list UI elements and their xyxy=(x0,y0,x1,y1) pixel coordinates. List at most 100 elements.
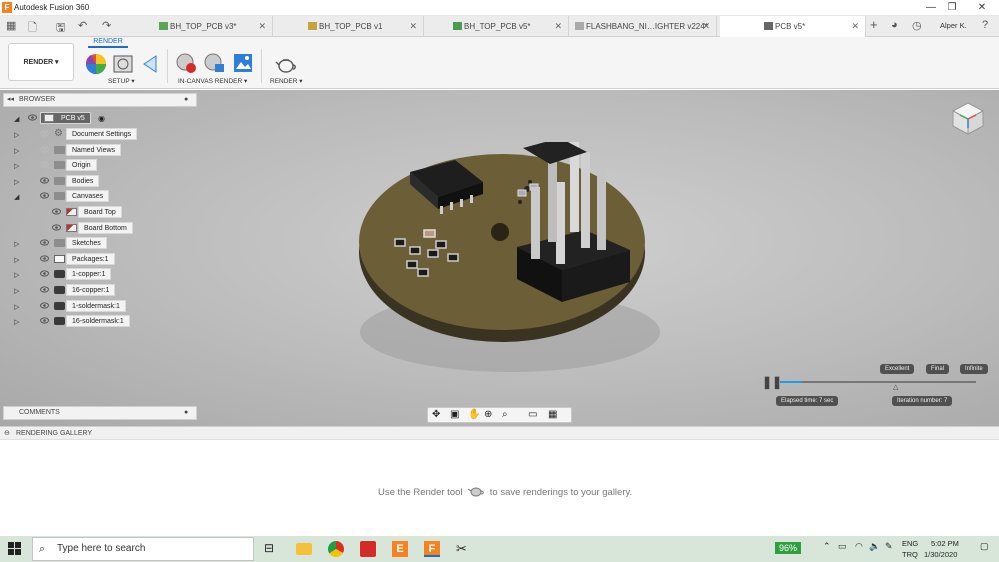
collapsed-arrow-icon[interactable]: ▷ xyxy=(14,302,19,314)
chrome-icon[interactable] xyxy=(328,541,344,557)
visibility-eye-icon[interactable] xyxy=(40,317,49,324)
redo-icon[interactable]: ↷ xyxy=(102,19,111,32)
group-in-canvas-render[interactable]: IN-CANVAS RENDER ▾ xyxy=(178,77,247,85)
save-icon[interactable]: 🖫 xyxy=(56,19,65,38)
close-tab-icon[interactable]: ✕ xyxy=(258,16,266,37)
collapsed-arrow-icon[interactable]: ▷ xyxy=(14,161,19,173)
texture-map-icon[interactable] xyxy=(140,53,162,75)
new-tab-icon[interactable]: + xyxy=(870,17,878,32)
close-tab-icon[interactable]: ✕ xyxy=(851,16,859,37)
visibility-eye-icon[interactable] xyxy=(52,208,61,215)
viewcube-icon[interactable] xyxy=(950,100,986,136)
tree-node[interactable]: ▷ 1-copper:1 xyxy=(14,268,194,282)
capture-image-icon[interactable] xyxy=(232,52,254,74)
group-render[interactable]: RENDER ▾ xyxy=(270,77,303,85)
visibility-eye-icon[interactable] xyxy=(28,114,37,121)
tree-node[interactable]: Board Top xyxy=(26,206,206,218)
add-comment-icon[interactable]: ● xyxy=(184,407,188,419)
quality-final[interactable]: Final xyxy=(926,364,950,374)
taskbar-search-box[interactable]: ⌕ Type here to search xyxy=(32,537,254,561)
battery-indicator[interactable]: 96% xyxy=(775,542,802,554)
snipping-tool-icon[interactable]: ✂ xyxy=(456,541,472,557)
tab-flashbang[interactable]: FLASHBANG_NI…IGHTER v224* ✕ xyxy=(573,16,717,37)
tree-node-root[interactable]: ◢ PCB v5 ◉ xyxy=(14,112,194,124)
appearance-icon[interactable] xyxy=(85,53,107,75)
in-canvas-render-settings-icon[interactable] xyxy=(203,52,225,74)
collapsed-arrow-icon[interactable]: ▷ xyxy=(14,239,19,251)
battery-icon[interactable]: ▭ xyxy=(838,541,847,552)
tree-node-label[interactable]: 16-copper:1 xyxy=(66,284,116,296)
language-top[interactable]: ENG xyxy=(902,539,918,548)
tree-node[interactable]: ▷ Sketches xyxy=(14,237,194,251)
tree-node-label[interactable]: Bodies xyxy=(66,174,100,187)
scene-settings-icon[interactable] xyxy=(112,53,134,75)
notification-center-icon[interactable]: ▢ xyxy=(980,541,989,552)
tree-node-label[interactable]: Origin xyxy=(66,159,97,172)
clock-date[interactable]: 1/30/2020 xyxy=(924,550,957,559)
tab-render[interactable]: RENDER xyxy=(88,38,128,48)
file-explorer-icon[interactable] xyxy=(296,543,312,555)
tree-node[interactable]: ▷ Bodies xyxy=(14,174,194,189)
tree-node-label[interactable]: Board Bottom xyxy=(78,221,133,234)
pan-hand-icon[interactable]: ✋ xyxy=(468,409,480,420)
close-tab-icon[interactable]: ✕ xyxy=(554,16,562,37)
orbit-icon[interactable]: ✥ xyxy=(432,409,440,420)
expanded-arrow-icon[interactable]: ◢ xyxy=(14,114,19,126)
close-window-button[interactable]: ✕ xyxy=(972,2,992,13)
maximize-button[interactable]: ❐ xyxy=(942,2,962,13)
quality-infinite[interactable]: Infinite xyxy=(960,364,988,374)
grid-menu-icon[interactable]: ▦ xyxy=(6,19,16,32)
tree-node[interactable]: ▷ 16-soldermask:1 xyxy=(14,315,194,329)
visibility-eye-icon[interactable] xyxy=(52,223,61,231)
tree-node-label[interactable]: Packages:1 xyxy=(66,252,115,265)
collapsed-arrow-icon[interactable]: ▷ xyxy=(14,146,19,158)
visibility-eye-icon[interactable] xyxy=(40,145,49,153)
job-status-icon[interactable]: ◕ xyxy=(891,19,898,31)
tree-node[interactable]: ▷ Origin xyxy=(14,159,194,173)
tree-node-label[interactable]: Board Top xyxy=(78,206,122,218)
fit-icon[interactable]: ⌕ xyxy=(502,409,508,420)
collapsed-arrow-icon[interactable]: ▷ xyxy=(14,317,19,329)
tree-node[interactable]: Board Bottom xyxy=(26,221,206,234)
zoom-icon[interactable]: ⊕ xyxy=(484,409,492,420)
collapse-panel-icon[interactable]: ◂◂ xyxy=(7,94,14,106)
render-canvas[interactable]: ◂◂ BROWSER ● ◢ PCB v5 ◉ ▷ ⚙ Document Setti… xyxy=(0,90,999,426)
grid-settings-icon[interactable]: ▦ xyxy=(548,409,557,420)
fusion-app-icon[interactable]: F xyxy=(424,541,440,557)
wifi-icon[interactable]: ◠ xyxy=(855,541,863,552)
collapsed-arrow-icon[interactable]: ▷ xyxy=(14,177,19,189)
visibility-eye-icon[interactable] xyxy=(40,161,49,168)
minimize-button[interactable]: — xyxy=(921,2,941,13)
acrobat-icon[interactable] xyxy=(360,541,376,557)
close-tab-icon[interactable]: ✕ xyxy=(702,16,710,37)
visibility-eye-icon[interactable] xyxy=(40,286,49,293)
rendering-gallery-header[interactable]: ⊖ RENDERING GALLERY xyxy=(0,426,999,440)
tab-pcb-v5[interactable]: PCB v5* ✕ xyxy=(720,16,866,37)
visibility-eye-icon[interactable] xyxy=(40,239,49,246)
tree-node[interactable]: ▷ 1-soldermask:1 xyxy=(14,299,194,314)
eagle-app-icon[interactable]: E xyxy=(392,541,408,557)
tree-node-label[interactable]: 1-copper:1 xyxy=(66,268,112,281)
workspace-switcher[interactable]: RENDER ▾ xyxy=(8,43,74,81)
user-name[interactable]: Alper K. xyxy=(940,21,967,30)
tree-node-label[interactable]: 1-soldermask:1 xyxy=(66,299,126,312)
file-menu-icon[interactable]: 🗋 xyxy=(28,19,37,38)
undo-icon[interactable]: ↶ xyxy=(78,19,87,32)
tree-node[interactable]: ▷ Named Views xyxy=(14,143,194,158)
tree-node-label[interactable]: Canvases xyxy=(66,190,110,203)
tree-node-label[interactable]: Document Settings xyxy=(66,128,138,140)
tab-bh-top-pcb-v5[interactable]: BH_TOP_PCB v5* ✕ xyxy=(451,16,569,37)
collapsed-arrow-icon[interactable]: ▷ xyxy=(14,270,19,282)
collapsed-arrow-icon[interactable]: ▷ xyxy=(14,255,19,267)
activate-radio-icon[interactable]: ◉ xyxy=(98,113,105,125)
close-tab-icon[interactable]: ✕ xyxy=(409,16,417,37)
pen-icon[interactable]: ✎ xyxy=(885,541,893,552)
task-view-icon[interactable]: ⊟ xyxy=(264,541,280,557)
panel-pin-icon[interactable]: ● xyxy=(184,94,188,106)
group-setup[interactable]: SETUP ▾ xyxy=(108,77,135,85)
expanded-arrow-icon[interactable]: ◢ xyxy=(14,192,19,204)
tree-node[interactable]: ▷ Packages:1 xyxy=(14,252,194,267)
display-settings-icon[interactable]: ▭ xyxy=(528,409,537,420)
tree-node-label[interactable]: 16-soldermask:1 xyxy=(66,315,130,328)
render-teapot-icon[interactable] xyxy=(275,53,297,75)
